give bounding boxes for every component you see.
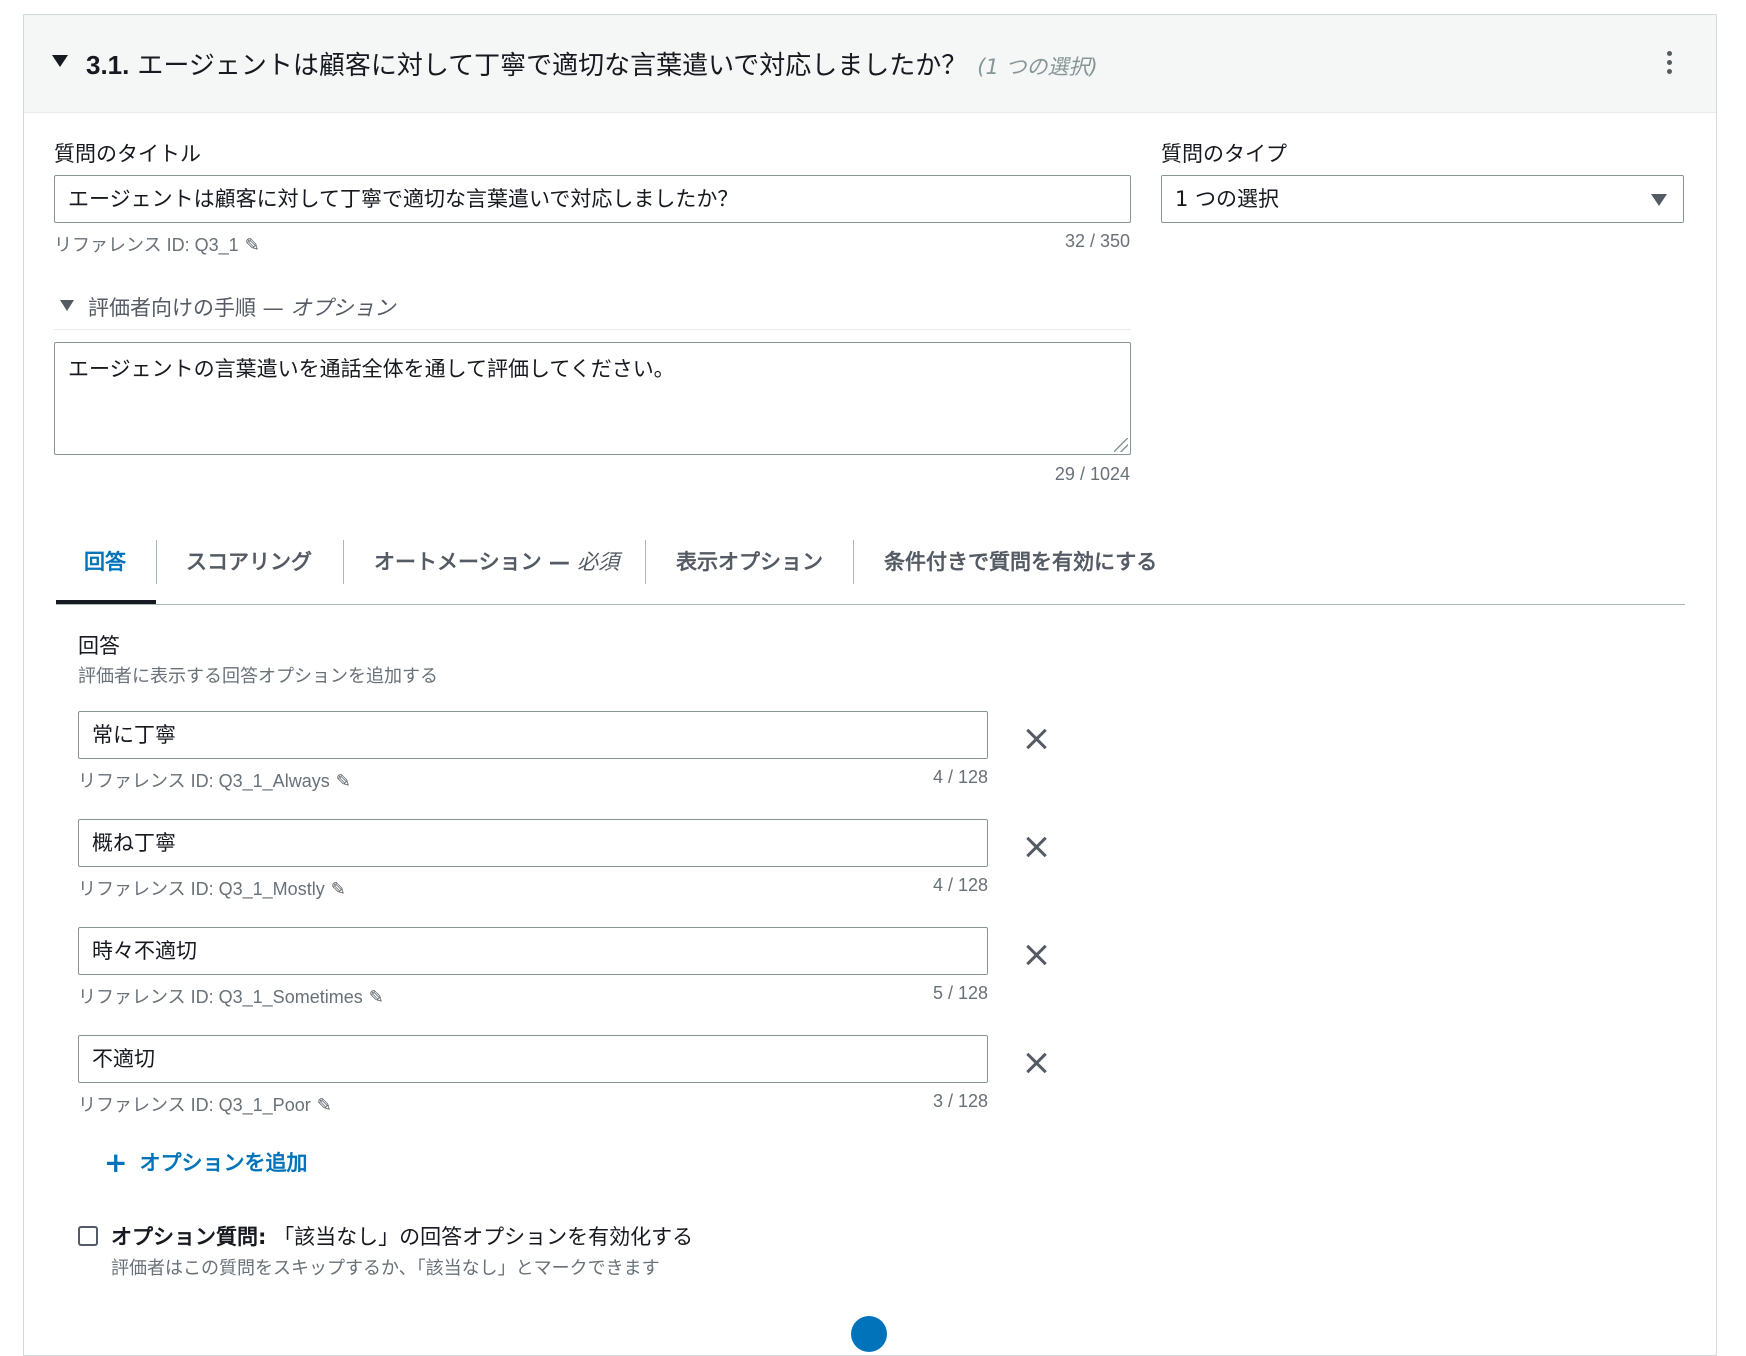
question-type-value: 1 つの選択 bbox=[1175, 187, 1280, 211]
optional-question-bold: オプション質問: bbox=[111, 1225, 267, 1249]
answers-title: 回答 bbox=[78, 634, 120, 658]
question-tabs: 回答 スコアリング オートメーション — 必須 表示オプション 条件付きで質問を… bbox=[56, 538, 1685, 605]
option-reference-id[interactable]: リファレンス ID: Q3_1_Mostly ✎ bbox=[78, 875, 346, 901]
option-reference-text: リファレンス ID: Q3_1_Sometimes bbox=[78, 987, 363, 1007]
title-label: 質問のタイトル bbox=[54, 142, 201, 166]
type-label: 質問のタイプ bbox=[1161, 142, 1287, 166]
tab-separator bbox=[645, 540, 646, 584]
instructions-char-count: 29 / 1024 bbox=[1054, 464, 1130, 484]
tab-display-options[interactable]: 表示オプション bbox=[676, 538, 823, 604]
option-reference-text: リファレンス ID: Q3_1_Mostly bbox=[78, 879, 325, 899]
edit-pencil-icon[interactable]: ✎ bbox=[245, 235, 260, 256]
option-char-count: 4 / 128 bbox=[932, 767, 988, 787]
question-type-select[interactable]: 1 つの選択 bbox=[1161, 175, 1684, 223]
answers-description: 評価者に表示する回答オプションを追加する bbox=[78, 666, 438, 687]
active-tab-indicator bbox=[56, 600, 156, 604]
tab-label: 条件付きで質問を有効にする bbox=[884, 550, 1158, 574]
tab-required-tag: 必須 bbox=[577, 550, 620, 574]
more-actions-icon[interactable] bbox=[1664, 51, 1674, 79]
tab-label: スコアリング bbox=[186, 550, 312, 574]
question-heading: 3.1. エージェントは顧客に対して丁寧で適切な言葉遣いで対応しましたか？ (1 つ… bbox=[86, 45, 1098, 82]
instructions-caret-icon[interactable] bbox=[60, 300, 74, 311]
tab-label: 表示オプション bbox=[676, 550, 823, 574]
answer-option-input[interactable]: 概ね丁寧 bbox=[78, 819, 988, 867]
resize-handle-icon[interactable] bbox=[1114, 438, 1128, 452]
remove-option-icon[interactable] bbox=[1022, 940, 1052, 970]
tab-conditional[interactable]: 条件付きで質問を有効にする bbox=[884, 538, 1157, 604]
collapse-caret-icon[interactable] bbox=[52, 55, 68, 67]
add-option-label: オプションを追加 bbox=[139, 1151, 308, 1175]
answer-option-input[interactable]: 時々不適切 bbox=[78, 927, 988, 975]
question-type-hint: (1 つの選択) bbox=[977, 55, 1098, 79]
option-char-count: 4 / 128 bbox=[932, 875, 988, 895]
instructions-divider bbox=[54, 329, 1131, 330]
option-reference-id[interactable]: リファレンス ID: Q3_1_Sometimes ✎ bbox=[78, 983, 384, 1009]
tab-scoring[interactable]: スコアリング bbox=[186, 538, 312, 604]
title-reference-text: リファレンス ID: Q3_1 bbox=[54, 235, 239, 255]
instructions-label: 評価者向けの手順 — bbox=[88, 296, 284, 320]
tab-separator bbox=[343, 540, 344, 584]
question-header[interactable]: 3.1. エージェントは顧客に対して丁寧で適切な言葉遣いで対応しましたか？ (1 つ… bbox=[24, 15, 1716, 113]
optional-question-text: 「該当なし」の回答オプションを有効化する bbox=[273, 1225, 694, 1249]
question-number: 3.1. bbox=[86, 50, 130, 80]
instructions-toggle[interactable]: 評価者向けの手順 — オプション bbox=[88, 292, 395, 322]
edit-pencil-icon[interactable]: ✎ bbox=[317, 1095, 332, 1116]
plus-icon: + bbox=[104, 1146, 128, 1179]
title-char-count: 32 / 350 bbox=[1064, 231, 1130, 251]
option-reference-text: リファレンス ID: Q3_1_Always bbox=[78, 771, 330, 791]
option-char-count: 3 / 128 bbox=[932, 1091, 988, 1111]
instructions-text: エージェントの言葉遣いを通話全体を通して評価してください。 bbox=[68, 357, 675, 381]
tab-automation[interactable]: オートメーション — 必須 bbox=[374, 538, 619, 604]
edit-pencil-icon[interactable]: ✎ bbox=[336, 771, 351, 792]
answer-option-input[interactable]: 不適切 bbox=[78, 1035, 988, 1083]
optional-question-description: 評価者はこの質問をスキップするか、「該当なし」とマークできます bbox=[111, 1258, 660, 1279]
tab-answers[interactable]: 回答 bbox=[84, 538, 126, 604]
scroll-indicator-icon[interactable] bbox=[851, 1316, 887, 1352]
tab-separator bbox=[156, 540, 157, 584]
instructions-textarea[interactable]: エージェントの言葉遣いを通話全体を通して評価してください。 bbox=[54, 342, 1131, 455]
remove-option-icon[interactable] bbox=[1022, 832, 1052, 862]
remove-option-icon[interactable] bbox=[1022, 724, 1052, 754]
instructions-optional: オプション bbox=[290, 296, 396, 320]
optional-question-label[interactable]: オプション質問: 「該当なし」の回答オプションを有効化する bbox=[111, 1221, 693, 1251]
add-option-button[interactable]: + オプションを追加 bbox=[104, 1146, 307, 1179]
optional-question-checkbox[interactable] bbox=[78, 1226, 98, 1246]
option-reference-id[interactable]: リファレンス ID: Q3_1_Always ✎ bbox=[78, 767, 351, 793]
option-reference-id[interactable]: リファレンス ID: Q3_1_Poor ✎ bbox=[78, 1091, 332, 1117]
dropdown-caret-icon bbox=[1651, 194, 1667, 206]
tab-label: オートメーション — bbox=[374, 550, 570, 574]
question-heading-text: エージェントは顧客に対して丁寧で適切な言葉遣いで対応しましたか？ bbox=[137, 51, 968, 81]
tab-label: 回答 bbox=[84, 550, 126, 574]
title-input[interactable]: エージェントは顧客に対して丁寧で適切な言葉遣いで対応しましたか？ bbox=[54, 175, 1131, 223]
tab-separator bbox=[853, 540, 854, 584]
edit-pencil-icon[interactable]: ✎ bbox=[331, 879, 346, 900]
remove-option-icon[interactable] bbox=[1022, 1048, 1052, 1078]
option-char-count: 5 / 128 bbox=[932, 983, 988, 1003]
title-reference-id[interactable]: リファレンス ID: Q3_1 ✎ bbox=[54, 231, 260, 257]
edit-pencil-icon[interactable]: ✎ bbox=[369, 987, 384, 1008]
answer-option-input[interactable]: 常に丁寧 bbox=[78, 711, 988, 759]
option-reference-text: リファレンス ID: Q3_1_Poor bbox=[78, 1095, 311, 1115]
